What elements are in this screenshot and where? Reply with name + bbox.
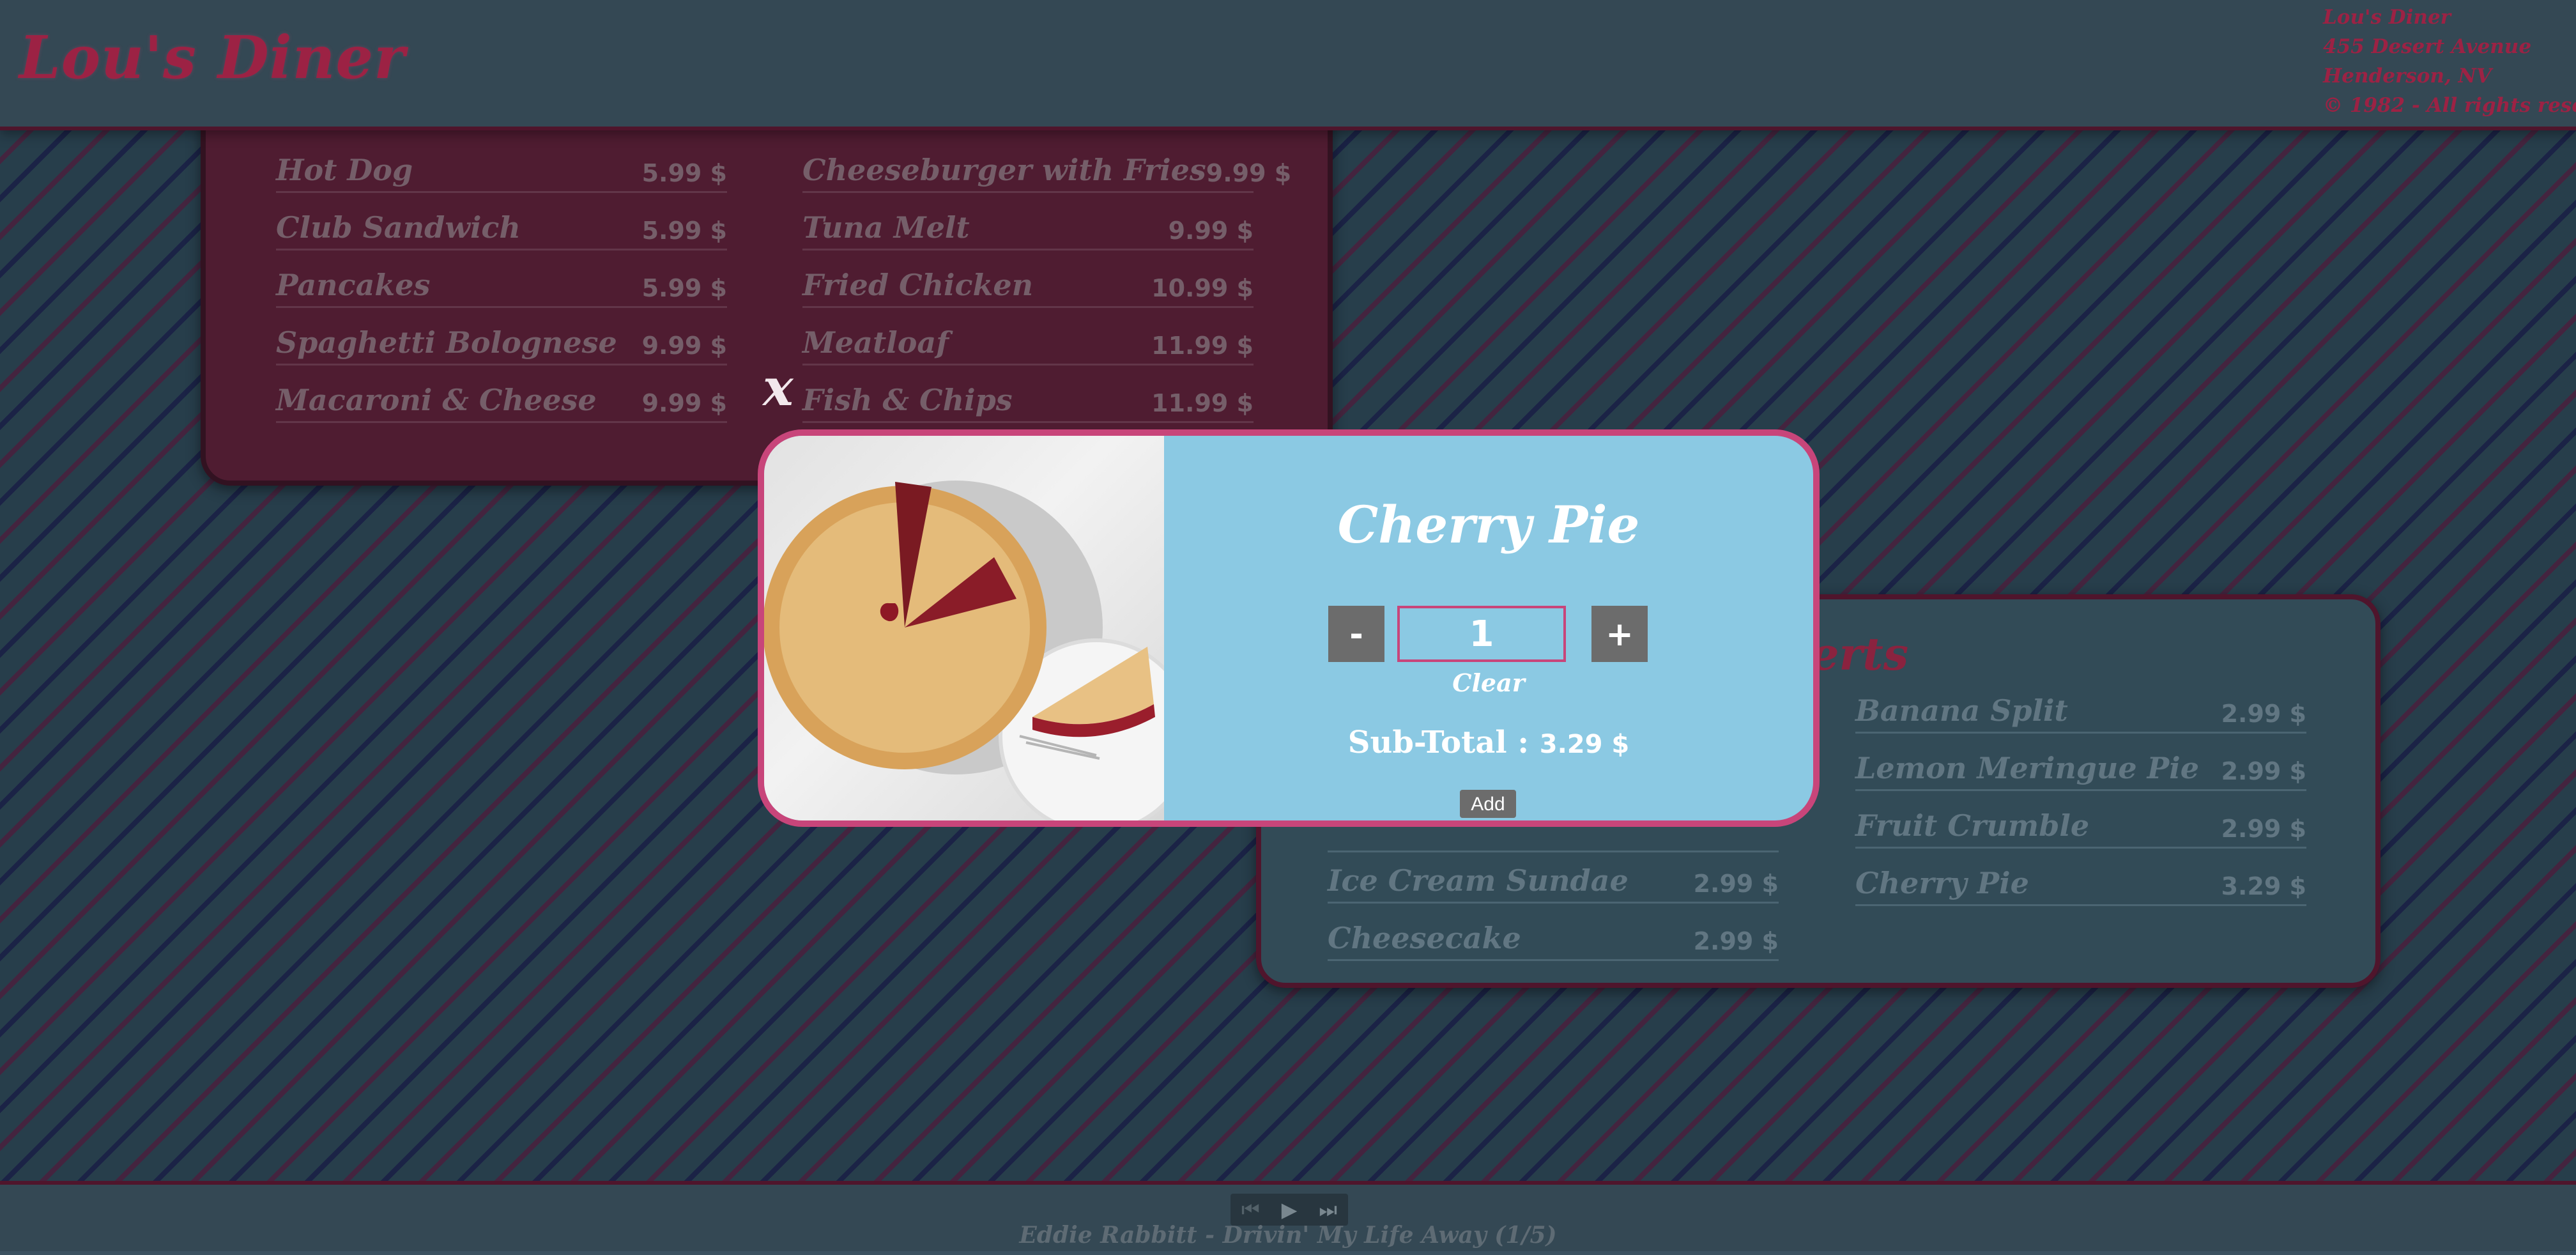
item-modal: Cherry Pie - + Clear Sub-Total : 3.29 $ … <box>758 429 1820 827</box>
modal-title: Cherry Pie <box>1337 495 1640 555</box>
cherry-pie-photo <box>764 436 1164 820</box>
increase-button[interactable]: + <box>1591 606 1648 662</box>
subtotal: Sub-Total : 3.29 $ <box>1164 725 1813 760</box>
add-to-order-button[interactable]: Add <box>1460 790 1516 818</box>
quantity-stepper: - + <box>1328 606 1648 665</box>
clear-button[interactable]: Clear <box>1164 668 1813 697</box>
close-icon[interactable]: x <box>763 362 793 413</box>
decrease-button[interactable]: - <box>1328 606 1384 662</box>
subtotal-value: 3.29 $ <box>1539 730 1630 759</box>
subtotal-label: Sub-Total : <box>1347 725 1529 760</box>
quantity-input[interactable] <box>1397 606 1566 662</box>
modal-content: Cherry Pie - + Clear Sub-Total : 3.29 $ … <box>1164 436 1813 820</box>
